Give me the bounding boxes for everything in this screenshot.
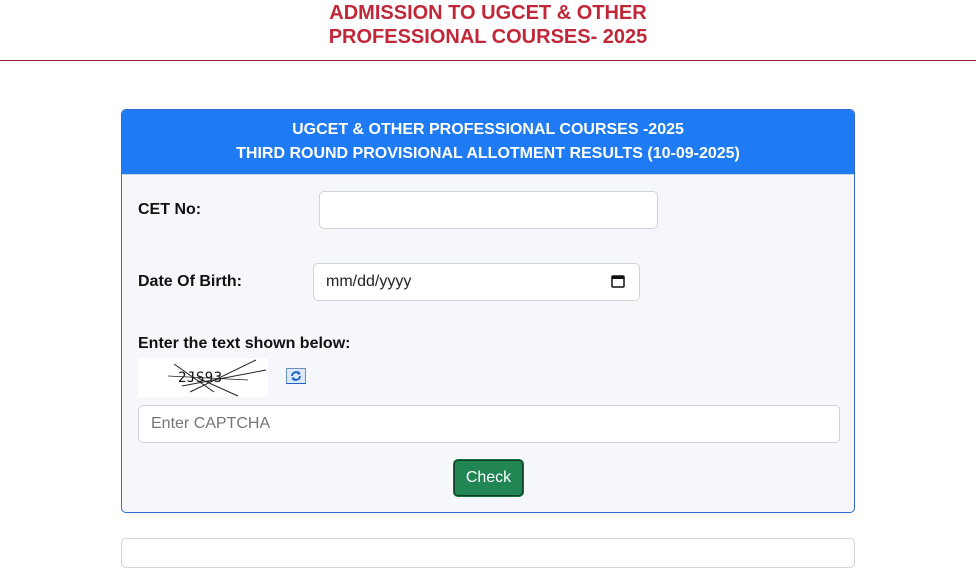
captcha-input[interactable] xyxy=(138,405,840,443)
calendar-icon[interactable] xyxy=(611,274,625,288)
check-button[interactable]: Check xyxy=(453,459,524,497)
page-title-line2: PROFESSIONAL COURSES- 2025 xyxy=(328,26,648,48)
captcha-noise-lines xyxy=(167,359,267,397)
dob-input[interactable]: mm/dd/yyyy xyxy=(313,263,640,301)
cet-no-input[interactable] xyxy=(319,191,658,229)
captcha-image: 2JS93 xyxy=(138,358,268,397)
dob-value: mm/dd/yyyy xyxy=(326,273,412,290)
lower-card xyxy=(121,538,855,568)
refresh-icon[interactable] xyxy=(286,368,306,384)
captcha-label: Enter the text shown below: xyxy=(138,335,351,352)
page-header: ADMISSION TO UGCET & OTHER PROFESSIONAL … xyxy=(0,0,976,61)
page-title: ADMISSION TO UGCET & OTHER PROFESSIONAL … xyxy=(0,1,976,49)
dob-label: Date Of Birth: xyxy=(138,273,242,290)
card-header-line1: UGCET & OTHER PROFESSIONAL COURSES -2025 xyxy=(292,121,684,138)
cet-no-label: CET No: xyxy=(138,201,202,218)
card-header: UGCET & OTHER PROFESSIONAL COURSES -2025… xyxy=(122,110,854,175)
allotment-result-card: UGCET & OTHER PROFESSIONAL COURSES -2025… xyxy=(121,109,855,513)
page-title-line1: ADMISSION TO UGCET & OTHER xyxy=(329,2,647,24)
card-header-line2: THIRD ROUND PROVISIONAL ALLOTMENT RESULT… xyxy=(236,145,740,162)
